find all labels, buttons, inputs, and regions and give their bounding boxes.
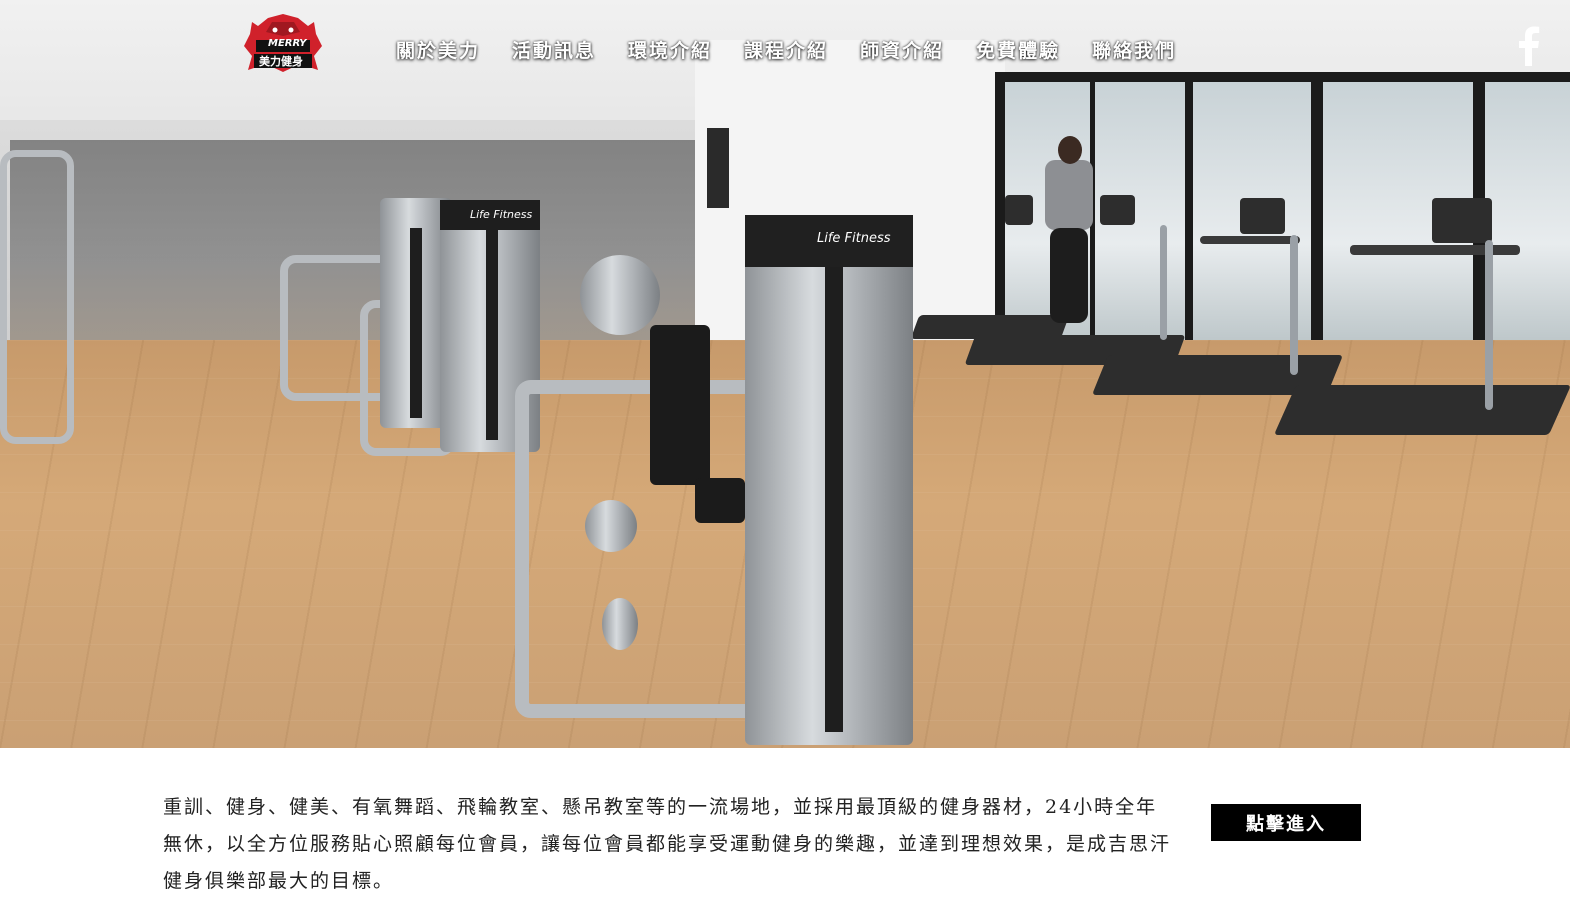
site-header: MERRY 美力健身 關於美力 活動訊息 環境介紹 課程介紹 師資介紹 免費體驗…: [0, 0, 1570, 100]
logo-text-bottom: 美力健身: [259, 55, 303, 68]
nav-events[interactable]: 活動訊息: [512, 36, 596, 63]
gym-frame: [515, 380, 783, 718]
treadmill-rail: [1290, 235, 1298, 375]
machine-brand: Life Fitness: [470, 208, 533, 221]
facebook-icon[interactable]: [1518, 26, 1540, 66]
nav-courses[interactable]: 課程介紹: [744, 36, 828, 63]
nav-environment[interactable]: 環境介紹: [628, 36, 712, 63]
treadmill-rail: [1160, 225, 1167, 340]
treadmill-console: [1100, 195, 1135, 225]
seat: [695, 478, 745, 523]
treadmill-rail: [1200, 236, 1300, 244]
hero-photo: Life Fitness Life Fitness: [0, 0, 1570, 748]
nav-free-trial[interactable]: 免費體驗: [976, 36, 1060, 63]
enter-button[interactable]: 點擊進入: [1211, 804, 1361, 841]
gym-frame: [0, 150, 74, 444]
intro-paragraph: 重訓、健身、健美、有氧舞蹈、飛輪教室、懸吊教室等的一流場地，並採用最頂級的健身器…: [163, 796, 1172, 892]
person-legs: [1050, 228, 1088, 323]
wall-sign: [707, 128, 729, 208]
nav-instructors[interactable]: 師資介紹: [860, 36, 944, 63]
treadmill-console: [1240, 198, 1285, 234]
treadmill-rail: [1485, 240, 1493, 410]
site-logo[interactable]: MERRY 美力健身: [242, 12, 324, 74]
treadmill-console: [1432, 198, 1492, 243]
treadmill: [1273, 385, 1570, 435]
machine-brand: Life Fitness: [817, 231, 891, 246]
pulley: [602, 598, 638, 650]
person-head: [1058, 136, 1082, 164]
nav-contact[interactable]: 聯絡我們: [1092, 36, 1176, 63]
treadmill-console: [1005, 195, 1033, 225]
pulley: [585, 500, 637, 552]
main-nav: 關於美力 活動訊息 環境介紹 課程介紹 師資介紹 免費體驗 聯絡我們: [396, 36, 1208, 63]
seat-pad: [650, 325, 710, 485]
person-running: [1045, 160, 1093, 230]
weight-stack-tower: Life Fitness: [745, 215, 913, 745]
pulley-arm: [580, 255, 660, 335]
treadmill-rail: [1350, 245, 1520, 255]
nav-about[interactable]: 關於美力: [396, 36, 480, 63]
logo-text-top: MERRY: [268, 38, 307, 49]
